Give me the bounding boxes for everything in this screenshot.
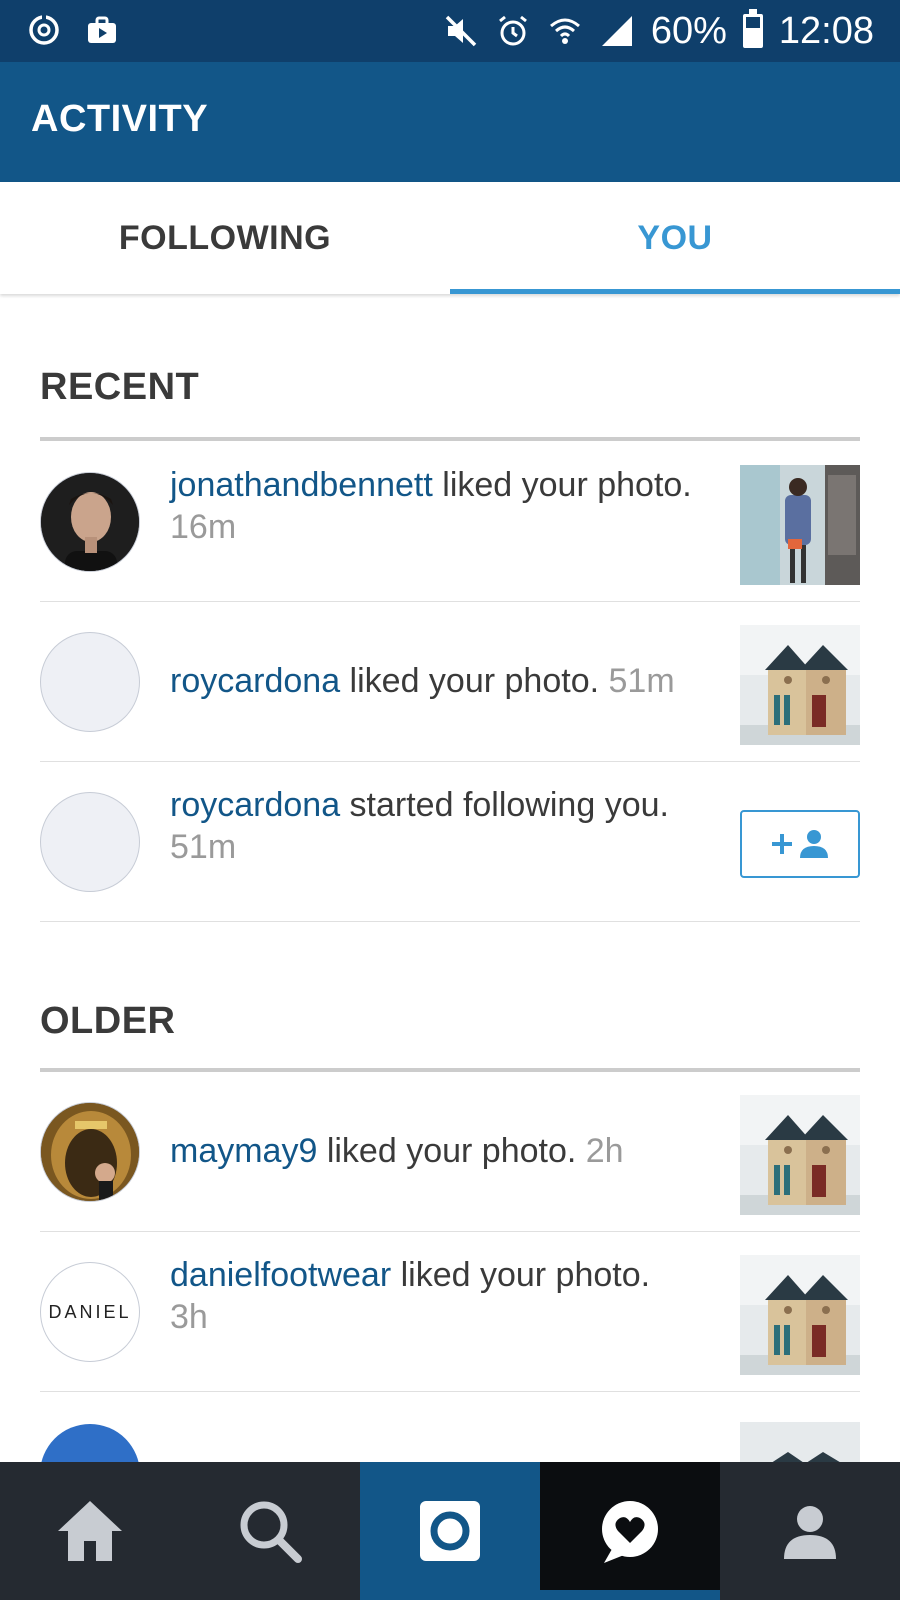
activity-row[interactable]: DANIEL danielfootwear liked your photo. …	[40, 1232, 860, 1392]
activity-time: 2h	[585, 1132, 624, 1170]
follow-back-button[interactable]	[740, 810, 860, 878]
alarm-icon	[495, 13, 531, 49]
avatar[interactable]: DANIEL	[40, 1262, 140, 1362]
add-user-icon	[772, 830, 828, 858]
activity-action: liked your photo.	[432, 466, 692, 504]
section-title-recent: RECENT	[40, 366, 200, 408]
username-link[interactable]: danielfootwear	[170, 1256, 391, 1294]
home-icon	[58, 1501, 122, 1561]
briefcase-icon	[84, 12, 120, 48]
activity-time: 51m	[170, 828, 237, 866]
section-title-older: OLDER	[40, 1000, 176, 1042]
activity-time: 51m	[608, 662, 675, 700]
photo-thumbnail[interactable]	[740, 1095, 860, 1215]
avatar-text: DANIEL	[48, 1301, 132, 1322]
camera-icon	[420, 1501, 480, 1561]
username-link[interactable]: maymay9	[170, 1132, 317, 1170]
activity-text: jonathandbennett liked your photo. 16m	[170, 464, 730, 548]
status-bar: 60% 12:08	[0, 0, 900, 62]
activity-action: liked your photo.	[391, 1256, 651, 1294]
activity-time: 3h	[170, 1298, 208, 1336]
activity-action: liked your photo.	[340, 662, 600, 700]
username-link[interactable]: roycardona	[170, 786, 340, 824]
username-link[interactable]: jonathandbennett	[170, 466, 433, 504]
activity-heart-icon	[602, 1501, 658, 1563]
photo-thumbnail[interactable]	[740, 1422, 860, 1462]
active-tab-indicator	[450, 289, 900, 294]
signal-icon	[599, 13, 635, 49]
activity-row-partial[interactable]	[40, 1422, 860, 1462]
wifi-icon	[547, 13, 583, 49]
nav-activity[interactable]	[540, 1462, 720, 1600]
activity-text: danielfootwear liked your photo. 3h	[170, 1254, 730, 1338]
avatar[interactable]	[40, 472, 140, 572]
activity-text: maymay9 liked your photo. 2h	[170, 1130, 730, 1172]
nav-camera[interactable]	[360, 1462, 540, 1600]
bottom-nav	[0, 1462, 900, 1600]
photo-thumbnail[interactable]	[740, 625, 860, 745]
active-nav-indicator	[540, 1590, 720, 1600]
app-bar: ACTIVITY	[0, 62, 900, 182]
activity-row[interactable]: roycardona liked your photo. 51m	[40, 602, 860, 762]
page-title: ACTIVITY	[31, 98, 209, 140]
username-link[interactable]: roycardona	[170, 662, 340, 700]
activity-row[interactable]: jonathandbennett liked your photo. 16m	[40, 442, 860, 602]
activity-row[interactable]: maymay9 liked your photo. 2h	[40, 1072, 860, 1232]
tab-bar: FOLLOWING YOU	[0, 182, 900, 294]
activity-row[interactable]: roycardona started following you. 51m	[40, 762, 860, 922]
activity-action: started following you.	[340, 786, 669, 824]
sync-icon	[26, 12, 62, 48]
tab-following[interactable]: FOLLOWING	[0, 182, 450, 294]
search-icon	[240, 1501, 302, 1563]
avatar[interactable]	[40, 1424, 140, 1462]
tab-you[interactable]: YOU	[450, 182, 900, 294]
nav-profile[interactable]	[720, 1462, 900, 1600]
battery-icon	[742, 9, 763, 48]
nav-search[interactable]	[180, 1462, 360, 1600]
mute-icon	[443, 13, 479, 49]
photo-thumbnail[interactable]	[740, 1255, 860, 1375]
battery-percent: 60%	[650, 9, 727, 52]
avatar[interactable]	[40, 632, 140, 732]
avatar[interactable]	[40, 1102, 140, 1202]
activity-action: liked your photo.	[317, 1132, 577, 1170]
section-divider	[40, 437, 860, 441]
activity-text: roycardona started following you. 51m	[170, 784, 730, 868]
nav-home[interactable]	[0, 1462, 180, 1600]
photo-thumbnail[interactable]	[740, 465, 860, 585]
activity-text: roycardona liked your photo. 51m	[170, 660, 730, 702]
activity-time: 16m	[170, 508, 237, 546]
battery-level	[745, 28, 760, 45]
profile-icon	[784, 1506, 836, 1559]
status-time: 12:08	[778, 9, 874, 52]
avatar[interactable]	[40, 792, 140, 892]
